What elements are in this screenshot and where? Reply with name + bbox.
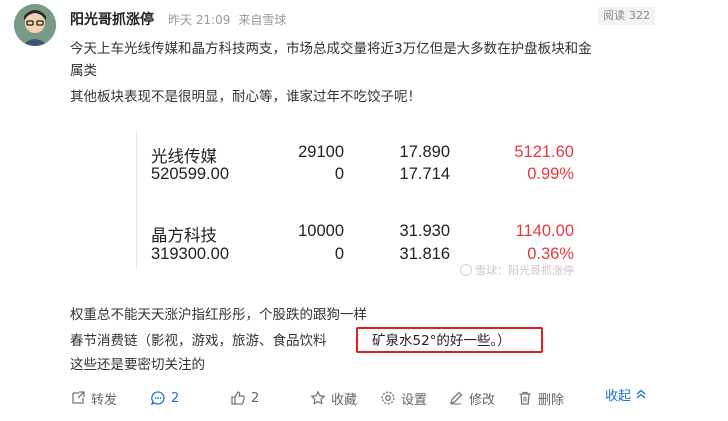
stock-name: 晶方科技 <box>151 227 217 245</box>
trash-icon <box>519 391 531 405</box>
favorite-button[interactable]: 收藏 <box>310 384 357 412</box>
stock-pnl: 5121.60 <box>514 143 574 161</box>
stock-available: 0 <box>334 165 344 183</box>
forward-button[interactable]: 转发 <box>70 384 117 412</box>
edit-label: 修改 <box>469 392 496 408</box>
comment-count: 2 <box>171 390 180 406</box>
image-watermark: 雪球：阳光哥抓涨停 <box>460 262 574 278</box>
forward-label: 转发 <box>91 392 118 408</box>
stock-pnl-pct: 0.99% <box>527 165 574 183</box>
read-label: 阅读 <box>603 9 625 22</box>
highlighted-text: 矿泉水52°的好一些。） <box>372 333 511 349</box>
edit-button[interactable]: 修改 <box>448 384 495 412</box>
stock-available: 0 <box>334 245 344 263</box>
collapse-label: 收起 <box>605 388 632 404</box>
stock-price: 31.930 <box>399 222 450 240</box>
read-count-badge: 阅读 322 <box>598 7 655 25</box>
delete-button[interactable]: 删除 <box>517 384 564 412</box>
post-time: 昨天 21:09 <box>168 13 231 27</box>
post-text-line: 这些还是要密切关注的 <box>70 357 205 373</box>
stock-cost: 31.816 <box>399 245 450 263</box>
like-count: 2 <box>251 390 260 406</box>
post-text-line: 属类 <box>70 63 97 79</box>
settings-label: 设置 <box>401 392 428 408</box>
post-text-line: 其他板块表现不是很明显，耐心等，谁家过年不吃饺子呢！ <box>70 89 421 105</box>
collapse-button[interactable]: 收起 <box>605 384 647 404</box>
post-text-line: 今天上车光线传媒和晶方科技两支，市场总成交量将近3万亿但是大多数在护盘板块和金 <box>70 41 592 57</box>
star-icon <box>310 390 326 405</box>
thumbs-up-icon <box>231 391 245 405</box>
stock-holdings-image[interactable]: 光线传媒 29100 17.890 5121.60 520599.00 0 17… <box>136 130 586 270</box>
stock-value: 520599.00 <box>151 165 229 183</box>
pencil-icon <box>450 391 463 405</box>
favorite-label: 收藏 <box>331 392 358 408</box>
post-meta: 昨天 21:09 来自雪球 <box>168 11 294 28</box>
settings-button[interactable]: 设置 <box>380 384 427 412</box>
stock-qty: 29100 <box>298 143 344 161</box>
stock-price: 17.890 <box>399 143 450 161</box>
post-source: 来自雪球 <box>238 13 287 27</box>
post-text-line: 春节消费链（影视，游戏，旅游、食品饮料 <box>70 333 327 349</box>
stock-row: 晶方科技 10000 31.930 1140.00 <box>137 222 587 246</box>
watermark-text: 雪球：阳光哥抓涨停 <box>475 264 574 277</box>
stock-row: 光线传媒 29100 17.890 5121.60 <box>137 143 587 167</box>
post-text-line: 权重总不能天天涨沪指红彤彤，个股跌的跟狗一样 <box>70 307 367 323</box>
avatar-image <box>14 4 56 46</box>
like-button[interactable]: 2 <box>230 384 259 412</box>
comment-icon <box>150 391 165 406</box>
stock-value: 319300.00 <box>151 245 229 263</box>
stock-name: 光线传媒 <box>151 148 217 166</box>
delete-label: 删除 <box>538 392 565 408</box>
stock-cost: 17.714 <box>399 165 450 183</box>
comment-button[interactable]: 2 <box>150 384 179 412</box>
stock-qty: 10000 <box>298 222 344 240</box>
read-count: 322 <box>629 9 650 22</box>
avatar[interactable] <box>14 4 56 46</box>
author-name[interactable]: 阳光哥抓涨停 <box>70 9 154 29</box>
gear-icon <box>381 391 395 405</box>
chevron-up-double-icon <box>636 389 646 399</box>
snowball-logo-icon <box>460 264 472 276</box>
share-icon <box>72 391 85 404</box>
stock-pnl: 1140.00 <box>515 222 574 240</box>
stock-row: 520599.00 0 17.714 0.99% <box>137 165 587 189</box>
